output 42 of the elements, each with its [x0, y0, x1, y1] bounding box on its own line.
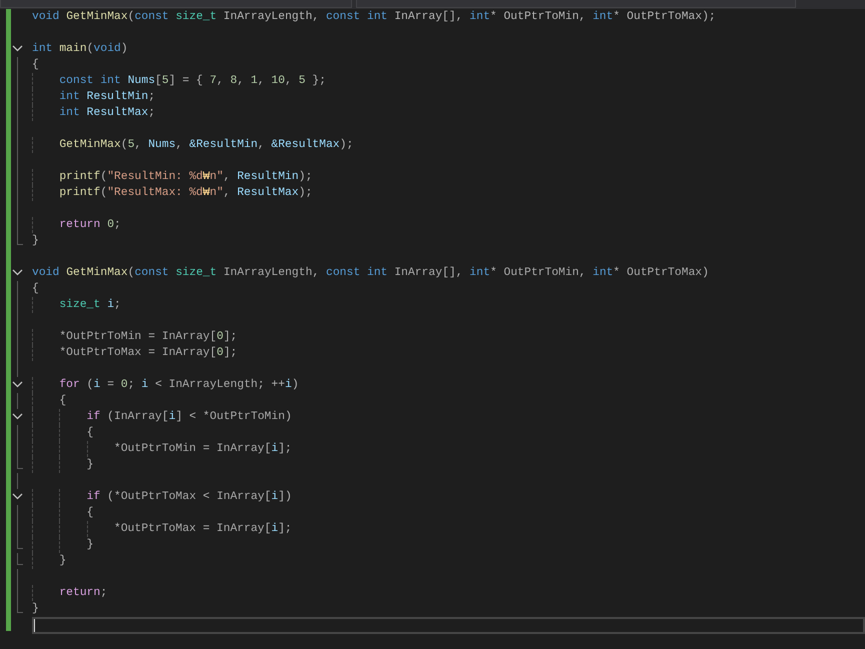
code-line: for (i = 0; i < InArrayLength; ++i) — [59, 378, 299, 393]
code-line: { — [86, 426, 94, 441]
collapse-chevron-icon[interactable] — [12, 269, 23, 276]
code-line: int ResultMin; — [59, 90, 156, 105]
code-line: printf("ResultMax: %d₩n", ResultMax); — [59, 186, 312, 201]
code-line: *OutPtrToMax = InArray[i]; — [114, 522, 292, 537]
code-line: void GetMinMax(const size_t InArrayLength, const int InArray[], int* OutPtrToMin, int* OutPtrToMax); — [32, 10, 716, 25]
text-cursor — [34, 619, 35, 632]
code-line: size_t i; — [59, 298, 121, 313]
code-line: { — [59, 394, 66, 409]
collapse-chevron-icon[interactable] — [12, 493, 23, 500]
code-line: *OutPtrToMax = InArray[0]; — [59, 346, 238, 361]
code-line: } — [32, 234, 39, 249]
code-line: { — [32, 58, 39, 73]
region-end-mark — [17, 233, 23, 245]
code-line: } — [59, 554, 66, 569]
collapse-chevron-icon[interactable] — [12, 413, 23, 420]
region-end-mark — [17, 553, 23, 565]
code-line: *OutPtrToMin = InArray[i]; — [114, 442, 292, 457]
code-line: return; — [59, 586, 108, 601]
code-line: if (*OutPtrToMax < InArray[i]) — [86, 490, 292, 505]
code-line: void GetMinMax(const size_t InArrayLength, const int InArray[], int* OutPtrToMin, int* OutPtrToMax) — [32, 266, 709, 281]
code-line: if (InArray[i] < *OutPtrToMin) — [86, 410, 292, 425]
code-line: { — [86, 506, 94, 521]
code-line: } — [86, 538, 94, 553]
collapse-chevron-icon[interactable] — [12, 381, 23, 388]
code-line: { — [32, 282, 39, 297]
code-line: const int Nums[5] = { 7, 8, 1, 10, 5 }; — [59, 74, 326, 89]
outline-line — [17, 473, 18, 489]
code-line: printf("ResultMin: %d₩n", ResultMin); — [59, 170, 312, 185]
code-line: GetMinMax(5, Nums, &ResultMin, &ResultMax); — [59, 138, 354, 153]
collapse-chevron-icon[interactable] — [12, 45, 23, 52]
region-end-mark — [17, 601, 23, 613]
code-line: } — [86, 458, 94, 473]
region-end-mark — [17, 457, 23, 469]
outline-line — [17, 393, 18, 409]
code-line: return 0; — [59, 218, 121, 233]
code-line: int main(void) — [32, 42, 128, 57]
code-line: *OutPtrToMin = InArray[0]; — [59, 330, 238, 345]
code-line: int ResultMax; — [59, 106, 156, 121]
code-line: } — [32, 602, 39, 617]
region-end-mark — [17, 537, 23, 549]
